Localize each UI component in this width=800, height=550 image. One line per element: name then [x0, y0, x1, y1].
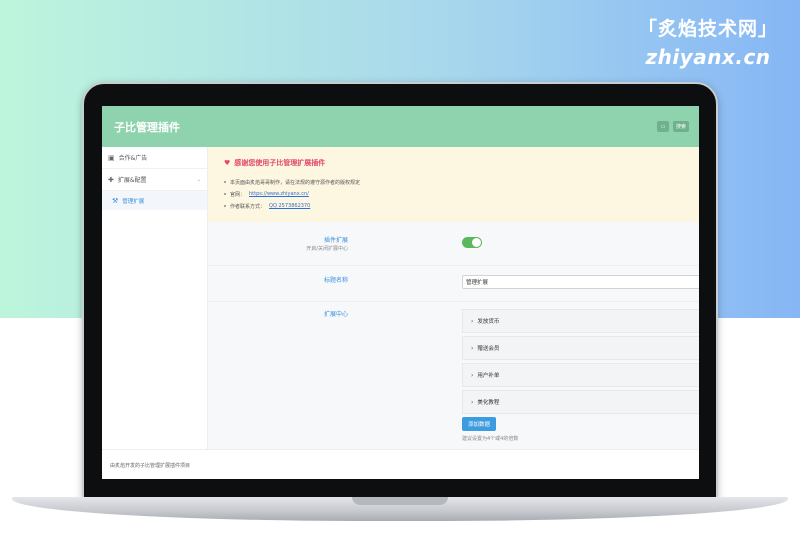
window-icon[interactable]: ▭: [656, 121, 669, 132]
notice-line: 官网： https://www.zhiyanx.cn/: [224, 188, 699, 200]
sidebar-subitem-label: 管理扩展: [122, 198, 145, 205]
ext-center-item[interactable]: › 赠送会员: [462, 336, 699, 360]
app-header: 子比管理插件 ▭ 搜索: [102, 106, 699, 147]
chevron-right-icon: ›: [471, 371, 474, 379]
ext-center-item[interactable]: › 用户补单: [462, 363, 699, 387]
search-button[interactable]: 搜索: [672, 121, 689, 132]
brand-cn: 「炙焰技术网」: [637, 18, 778, 40]
main-content: ♥ 感谢您使用子比管理扩展插件 本页面由炙焰哥哥制作，请在法规的遵守源作者的版权…: [208, 147, 699, 449]
notice-list: 本页面由炙焰哥哥制作，请在法规的遵守源作者的版权规定 官网： https://w…: [224, 176, 699, 212]
sidebar-item-label: 扩展&配置: [117, 177, 147, 184]
ext-center-item[interactable]: › 发放货币: [462, 309, 699, 333]
bullet-icon: [224, 181, 226, 183]
tools-icon: ⚒: [112, 196, 119, 205]
sidebar-subitem-manage[interactable]: ⚒ 管理扩展: [102, 191, 207, 210]
divider: [208, 265, 699, 266]
ext-center-label: 扩展中心: [323, 311, 348, 318]
add-data-button[interactable]: 添加数据: [462, 417, 496, 431]
app-title: 子比管理插件: [114, 120, 180, 134]
notice-text: 本页面由炙焰哥哥制作，请在法规的遵守源作者的版权规定: [230, 179, 361, 186]
watermark-brand: 「炙焰技术网」 zhiyanx.cn: [638, 14, 778, 69]
header-tools: ▭ 搜索: [656, 121, 689, 132]
plugin-ext-label: 插件扩展: [323, 237, 348, 244]
plugin-ext-toggle[interactable]: [462, 237, 482, 248]
notice-heading: ♥ 感谢您使用子比管理扩展插件: [224, 158, 699, 168]
add-data-hint: 建议设置为4个或4的倍数: [462, 436, 519, 442]
image-icon: ▣: [108, 153, 115, 162]
notice-line: 作者联系方式： QQ 2573862370: [224, 200, 699, 212]
notice-heading-text: 感谢您使用子比管理扩展插件: [234, 159, 326, 167]
ext-center-item-label: 发放货币: [477, 319, 500, 325]
sidebar: ▣ 合作&广告 ✚ 扩展&配置 ⌄ ⚒ 管理扩展: [102, 147, 208, 449]
bullet-icon: [224, 205, 226, 207]
heart-icon: ♥: [224, 159, 231, 167]
sidebar-item-label: 合作&广告: [118, 155, 148, 162]
sidebar-item-ads[interactable]: ▣ 合作&广告: [102, 147, 207, 169]
notice-panel: ♥ 感谢您使用子比管理扩展插件 本页面由炙焰哥哥制作，请在法规的遵守源作者的版权…: [208, 147, 699, 222]
chevron-down-icon: ⌄: [196, 176, 201, 183]
laptop-screen: 子比管理插件 ▭ 搜索 ▣ 合作&广告 ✚ 扩展&配置 ⌄ ⚒ 管理扩展 ♥ 感…: [102, 106, 699, 479]
footer-text: 由炙焰开发的子比管理扩展插件项目: [110, 463, 191, 469]
divider: [208, 301, 699, 302]
sidebar-item-extensions[interactable]: ✚ 扩展&配置 ⌄: [102, 169, 207, 191]
ext-center-item[interactable]: › 美化教程: [462, 390, 699, 414]
ext-center-item-label: 用户补单: [477, 373, 500, 379]
plugin-ext-hint: 开启/关闭扩展中心: [306, 246, 348, 252]
contact-link[interactable]: QQ 2573862370: [269, 203, 310, 209]
tag-name-label: 标题名称: [323, 277, 348, 284]
brand-en: zhiyanx.cn: [645, 45, 771, 69]
chevron-right-icon: ›: [471, 344, 474, 352]
chevron-right-icon: ›: [471, 398, 474, 406]
website-link[interactable]: https://www.zhiyanx.cn/: [249, 191, 309, 197]
notice-prefix: 官网：: [230, 191, 246, 198]
ext-center-item-label: 赠送会员: [477, 346, 500, 352]
notice-prefix: 作者联系方式：: [230, 203, 266, 210]
tag-name-input[interactable]: [462, 275, 699, 289]
puzzle-icon: ✚: [108, 175, 114, 184]
laptop-notch: [352, 497, 448, 505]
notice-line: 本页面由炙焰哥哥制作，请在法规的遵守源作者的版权规定: [224, 176, 699, 188]
chevron-right-icon: ›: [471, 317, 474, 325]
ext-center-item-label: 美化教程: [477, 400, 500, 406]
bullet-icon: [224, 193, 226, 195]
footer: 由炙焰开发的子比管理扩展插件项目: [102, 449, 699, 479]
